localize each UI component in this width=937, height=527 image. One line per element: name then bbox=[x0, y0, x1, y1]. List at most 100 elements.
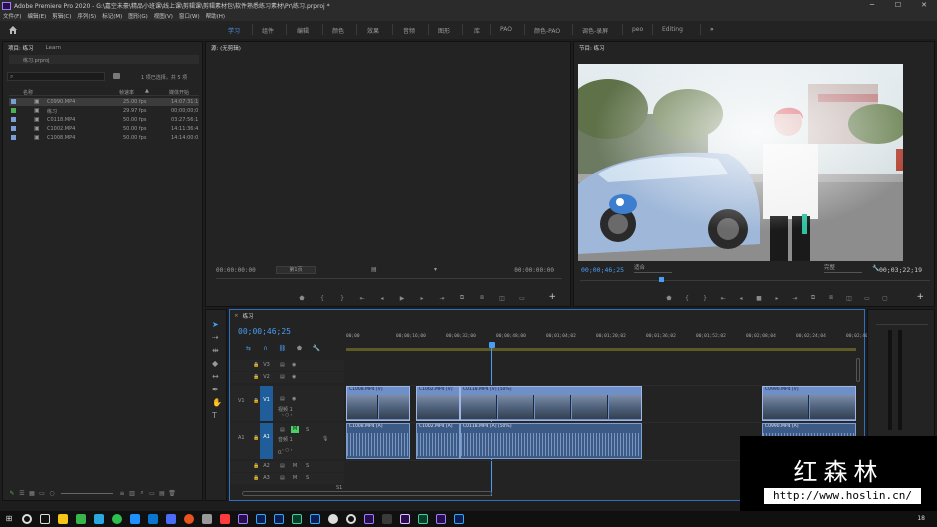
app-dark-icon[interactable] bbox=[382, 514, 392, 524]
solo-button[interactable]: S bbox=[306, 475, 309, 481]
app-gray-icon[interactable] bbox=[202, 514, 212, 524]
source-marker-icon[interactable]: ⬟ bbox=[292, 295, 312, 302]
photoshop-4-icon[interactable] bbox=[454, 514, 464, 524]
label-color-swatch[interactable] bbox=[11, 135, 16, 140]
tab-assembly[interactable]: 组件 bbox=[262, 26, 274, 35]
track-lock-icon[interactable]: 🔒 bbox=[253, 475, 259, 481]
audio-clip-c1002[interactable]: C1002.MP4 [A] bbox=[416, 423, 460, 459]
column-media-start[interactable]: 媒体开始 bbox=[169, 89, 189, 96]
timeline-horizontal-scrollbar[interactable] bbox=[242, 491, 492, 496]
program-go-to-out-icon[interactable]: ⇥ bbox=[786, 295, 804, 302]
sync-lock-icon[interactable]: ▤ bbox=[280, 463, 285, 469]
menu-view[interactable]: 视图(V) bbox=[154, 12, 173, 20]
task-view-icon[interactable] bbox=[40, 514, 50, 524]
tab-source[interactable]: 源: (无剪辑) bbox=[211, 44, 241, 52]
audition-2-icon[interactable] bbox=[418, 514, 428, 524]
project-item-row[interactable]: ▣ C0118.MP4 50.00 fps 03:27:56:1 bbox=[9, 116, 199, 124]
label-color-swatch[interactable] bbox=[11, 117, 16, 122]
ripple-edit-tool-icon[interactable]: ⇹ bbox=[212, 346, 222, 355]
close-button[interactable]: ✕ bbox=[911, 0, 937, 11]
tab-timeline[interactable]: 练习 bbox=[243, 312, 254, 320]
clear-icon[interactable]: 🗑 bbox=[167, 490, 177, 497]
track-lock-icon[interactable]: 🔒 bbox=[253, 362, 259, 368]
source-patch-label[interactable]: V1 bbox=[238, 398, 245, 404]
track-id-label[interactable]: V1 bbox=[260, 386, 273, 421]
app-green-icon[interactable] bbox=[76, 514, 86, 524]
label-color-swatch[interactable] bbox=[11, 99, 16, 104]
photoshop-icon[interactable] bbox=[256, 514, 266, 524]
menu-edit[interactable]: 编辑(E) bbox=[27, 12, 46, 20]
tab-project[interactable]: 项目: 练习 bbox=[8, 44, 34, 52]
source-play-icon[interactable]: ▶ bbox=[392, 295, 412, 302]
freeform-view-icon[interactable]: ▭ bbox=[37, 490, 47, 497]
after-effects-2-icon[interactable] bbox=[436, 514, 446, 524]
sync-lock-icon[interactable]: ▤ bbox=[280, 427, 285, 433]
solo-button[interactable]: S bbox=[306, 427, 309, 433]
tab-grade-record[interactable]: 调色-录屏 bbox=[582, 26, 608, 35]
mute-button[interactable]: M bbox=[291, 475, 299, 482]
tab-audio[interactable]: 音频 bbox=[403, 26, 415, 35]
source-step-forward-icon[interactable]: ▸ bbox=[412, 295, 432, 302]
hand-tool-icon[interactable]: ✋ bbox=[212, 398, 222, 407]
home-icon[interactable] bbox=[8, 25, 18, 35]
timeline-close-icon[interactable]: × bbox=[234, 313, 239, 319]
new-bin-icon[interactable] bbox=[113, 73, 120, 79]
app-dark-blue-icon[interactable] bbox=[148, 514, 158, 524]
tab-graphics[interactable]: 图形 bbox=[438, 26, 450, 35]
source-add-button-icon[interactable]: + bbox=[548, 292, 556, 302]
razor-tool-icon[interactable]: ◆ bbox=[212, 359, 222, 368]
track-id-label[interactable]: A1 bbox=[260, 423, 273, 459]
track-id-label[interactable]: A2 bbox=[260, 461, 273, 472]
list-view-icon[interactable]: ☰ bbox=[17, 490, 27, 497]
video-clip-c1002[interactable]: C1002.MP4 [V] bbox=[416, 386, 460, 421]
wechat-icon[interactable] bbox=[112, 514, 122, 524]
source-patch-label[interactable]: A1 bbox=[238, 435, 245, 441]
video-clip-c0990[interactable]: C0990.MP4 [V] bbox=[762, 386, 856, 421]
program-go-to-in-icon[interactable]: ⇤ bbox=[714, 295, 732, 302]
menu-file[interactable]: 文件(F) bbox=[3, 12, 21, 20]
source-go-to-out-icon[interactable]: ⇥ bbox=[432, 295, 452, 302]
source-step-back-icon[interactable]: ◂ bbox=[372, 295, 392, 302]
sync-lock-icon[interactable]: ▤ bbox=[280, 362, 285, 368]
tab-libraries[interactable]: 库 bbox=[474, 26, 480, 35]
track-lock-icon[interactable]: 🔒 bbox=[253, 398, 259, 404]
automate-icon[interactable]: ▥ bbox=[127, 490, 137, 497]
label-color-swatch[interactable] bbox=[11, 108, 16, 113]
slip-tool-icon[interactable]: ↔ bbox=[212, 372, 222, 381]
photoshop-3-icon[interactable] bbox=[310, 514, 320, 524]
source-resolution-select[interactable]: ▾ bbox=[434, 266, 437, 273]
minimize-button[interactable]: ─ bbox=[859, 0, 885, 11]
source-overwrite-icon[interactable]: ⧈ bbox=[472, 294, 492, 302]
voiceover-record-icon[interactable]: 🎙 bbox=[322, 436, 328, 442]
video-clip-c0118[interactable]: C0118.MP4 [V] [50%] bbox=[460, 386, 642, 421]
solo-button[interactable]: S bbox=[306, 463, 309, 469]
tab-editing-en[interactable]: Editing bbox=[662, 26, 683, 33]
project-item-row[interactable]: ▣ 练习 29.97 fps 00;00;00;0 bbox=[9, 107, 199, 115]
sort-icons-icon[interactable]: ≡ bbox=[117, 490, 127, 497]
snap-icon[interactable]: ∩ bbox=[257, 345, 274, 352]
source-go-to-in-icon[interactable]: ⇤ bbox=[352, 295, 372, 302]
tab-effects[interactable]: 效果 bbox=[367, 26, 379, 35]
project-item-row[interactable]: ▣ C1002.MP4 50.00 fps 14:11:36:4 bbox=[9, 125, 199, 133]
write-lock-icon[interactable]: ✎ bbox=[7, 490, 17, 497]
keyframe-nav-icon[interactable]: ‹ ○ › bbox=[282, 413, 292, 418]
file-explorer-icon[interactable] bbox=[58, 514, 68, 524]
menu-help[interactable]: 帮助(H) bbox=[206, 12, 225, 20]
source-insert-icon[interactable]: ⧉ bbox=[452, 294, 472, 302]
program-resolution-select[interactable]: 完整 bbox=[824, 265, 862, 273]
program-comparison-icon[interactable]: ▭ bbox=[858, 295, 876, 302]
source-export-frame-icon[interactable]: ◫ bbox=[492, 295, 512, 302]
media-encoder-icon[interactable] bbox=[364, 514, 374, 524]
sync-lock-icon[interactable]: ▤ bbox=[280, 374, 285, 380]
app-circle-icon[interactable] bbox=[346, 514, 356, 524]
find-icon[interactable]: ⌕ bbox=[137, 489, 147, 497]
app-indigo-icon[interactable] bbox=[166, 514, 176, 524]
maximize-button[interactable]: ☐ bbox=[885, 0, 911, 11]
project-item-row[interactable]: ▣ C0990.MP4 25.00 fps 14:07:31:1 bbox=[9, 98, 199, 106]
program-comment-icon[interactable]: ▢ bbox=[876, 295, 894, 302]
timeline-settings-icon[interactable]: 🔧 bbox=[308, 345, 325, 352]
tab-learn[interactable]: Learn bbox=[46, 45, 61, 51]
tab-color-pao[interactable]: 颜色-PAO bbox=[534, 26, 560, 35]
master-volume-value[interactable]: 0. bbox=[278, 450, 283, 456]
program-zoom-select[interactable]: 适合 bbox=[634, 265, 672, 273]
